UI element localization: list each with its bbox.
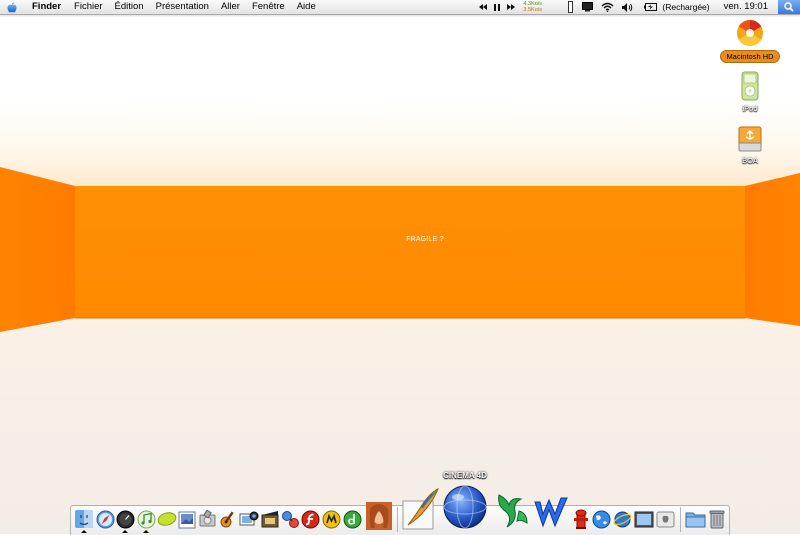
dock-item-portrait-app[interactable]	[364, 500, 394, 532]
dock-item-painter[interactable]	[400, 486, 440, 532]
dock-item-fireworks[interactable]	[321, 507, 342, 531]
portrait-app-icon	[366, 502, 392, 530]
about-mac-icon	[656, 511, 675, 527]
hard-drive-icon	[737, 19, 763, 47]
menu-aide[interactable]: Aide	[291, 0, 322, 14]
dock-item-internet-explorer[interactable]	[612, 507, 633, 531]
desktop-icon-boa[interactable]: BOA	[715, 125, 785, 166]
pause-icon[interactable]	[494, 0, 501, 14]
dock-running-indicator	[122, 530, 128, 533]
photo-booth-icon	[634, 511, 654, 527]
dock-item-garageband[interactable]	[218, 507, 238, 531]
menu-edition[interactable]: Édition	[109, 0, 150, 14]
menu-app-finder[interactable]: Finder	[24, 0, 68, 14]
globe-icon	[592, 510, 611, 528]
menu-fenetre[interactable]: Fenêtre	[246, 0, 291, 14]
dock-item-itunes[interactable]	[136, 507, 156, 531]
memory-meter-icon[interactable]	[568, 0, 574, 14]
net-download-text: 3.5Ko/s	[523, 7, 543, 13]
disk-utility-icon	[199, 509, 216, 526]
desktop-icon-label: Macintosh HD	[720, 50, 780, 63]
cinema-4d-icon	[443, 485, 487, 529]
spotlight-icon[interactable]	[778, 0, 800, 14]
dock-divider	[680, 507, 681, 532]
desktop-icon-label: iPod	[742, 104, 758, 113]
internet-explorer-icon	[613, 511, 632, 527]
menu-clock[interactable]: ven. 19:01	[724, 0, 768, 14]
desktop-wallpaper	[0, 0, 800, 534]
dock-item-documents-folder[interactable]	[684, 507, 707, 531]
network-app-icon	[281, 510, 299, 528]
dock-item-finder[interactable]	[73, 507, 94, 531]
painter-brush-icon	[402, 487, 439, 530]
dock-item-safari[interactable]	[95, 507, 115, 531]
wallpaper-right-wall	[745, 173, 800, 326]
dock-item-word[interactable]	[532, 494, 570, 532]
dock-item-about-mac[interactable]	[655, 507, 676, 531]
next-track-icon[interactable]	[506, 0, 516, 14]
fireworks-icon	[322, 510, 341, 528]
fire-hydrant-icon	[574, 509, 588, 529]
dock-item-disk-utility[interactable]	[197, 507, 218, 531]
dock-item-dashboard[interactable]	[115, 507, 135, 531]
dock-item-fire-hydrant[interactable]	[571, 503, 591, 532]
dock-item-photo-booth[interactable]	[633, 507, 655, 531]
itunes-icon	[137, 510, 155, 528]
finder-icon	[74, 510, 93, 528]
menu-bar: Finder Fichier Édition Présentation Alle…	[0, 0, 800, 15]
preview-icon	[178, 511, 196, 528]
garageband-icon	[220, 511, 234, 528]
wallpaper-text: FRAGILE ?	[406, 236, 444, 243]
dock-divider	[397, 507, 398, 532]
iphoto-icon	[239, 511, 258, 526]
menu-presentation[interactable]: Présentation	[150, 0, 215, 14]
dock-item-globe[interactable]	[591, 507, 612, 531]
network-speed-meter[interactable]: 4.3Ko/s 3.5Ko/s	[523, 1, 555, 13]
dock-item-cinema-4d[interactable]	[440, 482, 490, 532]
dock-running-indicator	[81, 530, 87, 533]
dock-item-imovie[interactable]	[259, 507, 280, 531]
dock-item-trash[interactable]	[707, 507, 727, 531]
ipod-icon	[741, 71, 759, 101]
apple-menu-icon[interactable]	[0, 0, 24, 14]
dock-item-network-app[interactable]	[280, 507, 300, 531]
dock-item-dreamweaver[interactable]	[342, 507, 363, 531]
menu-fichier[interactable]: Fichier	[68, 0, 109, 14]
documents-folder-icon	[685, 512, 706, 528]
battery-icon[interactable]	[644, 0, 658, 14]
display-icon[interactable]	[582, 0, 594, 14]
menu-aller[interactable]: Aller	[215, 0, 246, 14]
desktop-icon-ipod[interactable]: iPod	[715, 71, 785, 114]
dock-running-indicator	[143, 530, 149, 533]
word-icon	[534, 497, 568, 528]
volume-icon[interactable]	[622, 0, 633, 14]
sketchbook-icon	[498, 493, 528, 527]
dreamweaver-icon	[343, 510, 362, 528]
external-drive-icon	[738, 126, 762, 152]
battery-status-text[interactable]: (Rechargée)	[662, 0, 709, 14]
dock-item-flash[interactable]	[300, 507, 321, 531]
flash-icon	[301, 510, 320, 528]
dock-hover-label: CINEMA 4D	[443, 471, 487, 480]
safari-icon	[96, 510, 114, 528]
wallpaper-room	[0, 167, 800, 332]
desktop-icon-label: BOA	[742, 156, 758, 165]
dashboard-icon	[116, 510, 134, 528]
trash-icon	[709, 510, 725, 529]
dock-item-preview[interactable]	[177, 507, 197, 531]
dock-item-sketchbook[interactable]	[492, 489, 532, 532]
lemon-app-icon	[157, 512, 176, 526]
desktop-icon-macintosh-hd[interactable]: Macintosh HD	[715, 18, 785, 63]
imovie-icon	[261, 510, 278, 527]
previous-track-icon[interactable]	[479, 0, 488, 14]
wallpaper-back-wall	[75, 186, 745, 318]
dock-item-iphoto[interactable]	[238, 507, 259, 531]
wifi-icon[interactable]	[601, 0, 614, 14]
wallpaper-left-wall	[0, 167, 75, 332]
dock-item-lemon-app[interactable]	[156, 507, 177, 531]
